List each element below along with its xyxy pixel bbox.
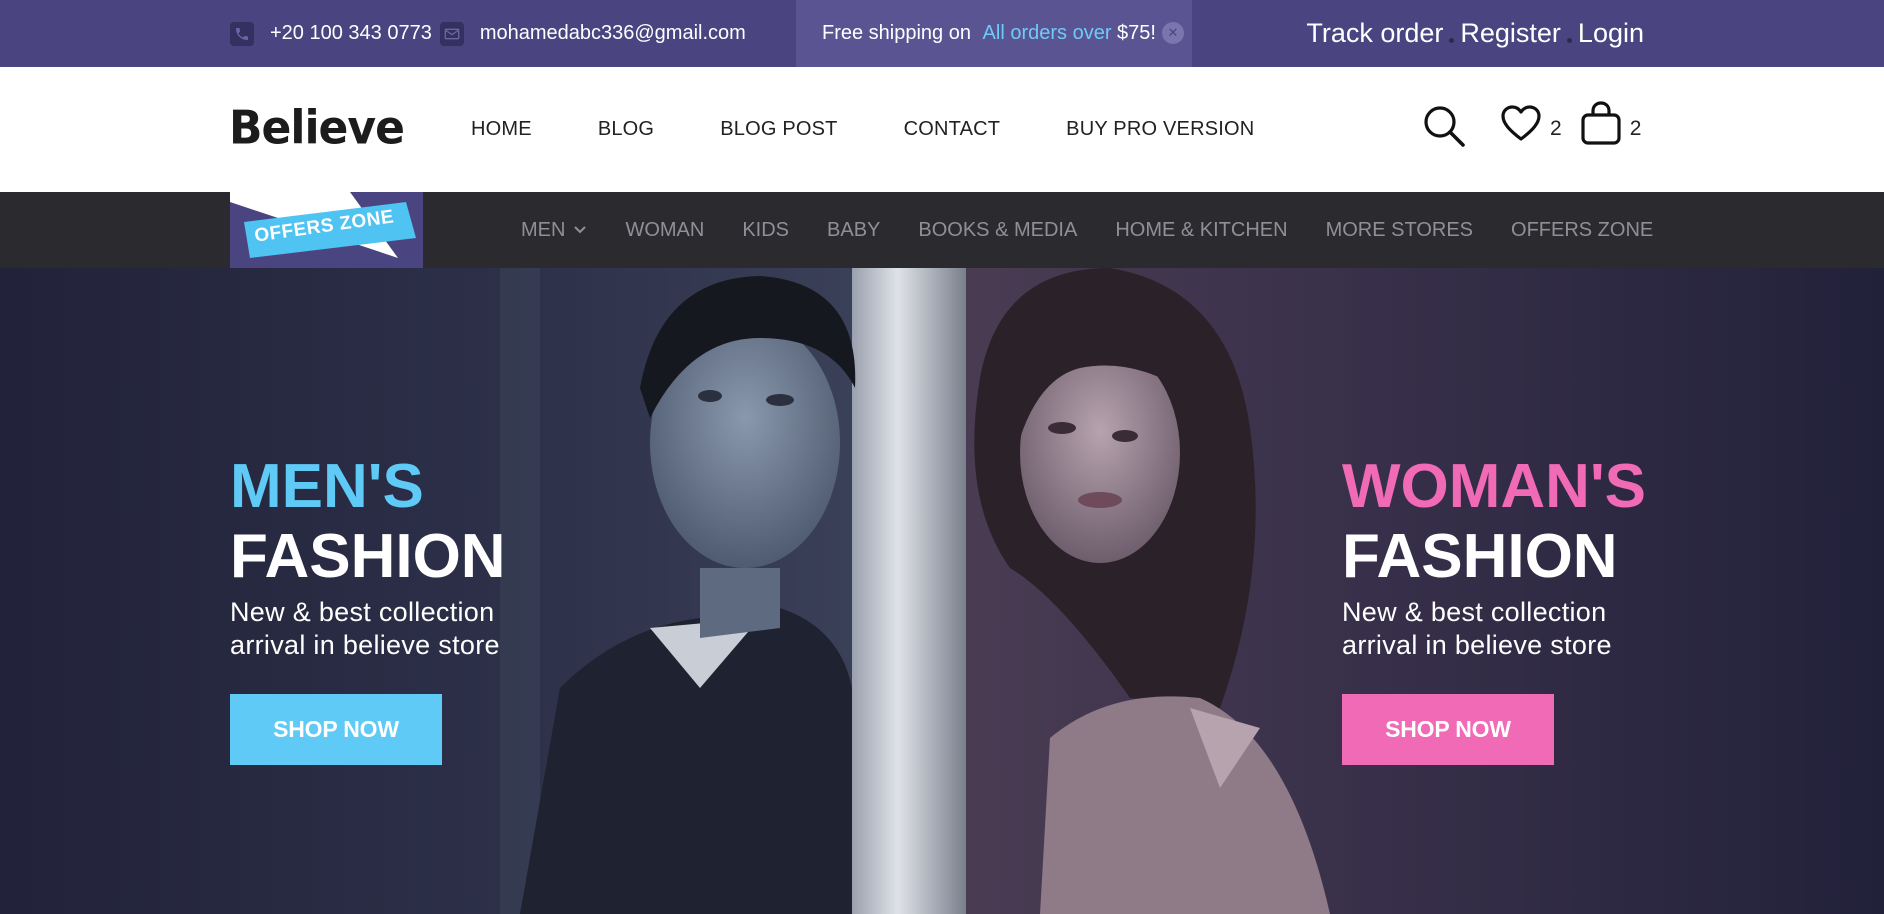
cat-offers-zone[interactable]: OFFERS ZONE	[1511, 219, 1653, 242]
cat-woman[interactable]: WOMAN	[625, 219, 704, 242]
site-logo[interactable]: Believe	[229, 102, 405, 156]
wishlist-button[interactable]: 2	[1500, 104, 1562, 147]
men-heading-accent: MEN'S	[230, 452, 424, 521]
account-links: Track order Register Login	[1306, 0, 1644, 67]
nav-home[interactable]: HOME	[471, 118, 532, 141]
register-link[interactable]: Register	[1460, 18, 1561, 49]
men-subtext-line1: New & best collection	[230, 597, 495, 627]
cart-button[interactable]: 2	[1580, 100, 1642, 151]
close-icon[interactable]: ✕	[1162, 22, 1184, 44]
separator-dot	[1566, 38, 1572, 43]
nav-buy-pro[interactable]: BUY PRO VERSION	[1066, 118, 1254, 141]
chevron-down-icon	[573, 225, 587, 235]
cat-home-kitchen[interactable]: HOME & KITCHEN	[1115, 219, 1287, 242]
cat-baby[interactable]: BABY	[827, 219, 880, 242]
hero-banner: MEN'S FASHION New & best collection arri…	[0, 268, 1884, 914]
cat-men-label: MEN	[521, 218, 566, 241]
cat-kids[interactable]: KIDS	[742, 219, 789, 242]
men-shop-now-button[interactable]: SHOP NOW	[230, 694, 442, 765]
promo-prefix: Free shipping on	[822, 22, 977, 44]
top-bar: +20 100 343 0773 mohamedabc336@gmail.com…	[0, 0, 1884, 67]
women-fashion-promo: WOMAN'S FASHION New & best collection ar…	[1342, 452, 1646, 765]
shipping-promo: Free shipping on All orders over $75! ✕	[796, 0, 1192, 67]
search-icon[interactable]	[1422, 104, 1466, 148]
women-shop-now-button[interactable]: SHOP NOW	[1342, 694, 1554, 765]
women-subtext-line1: New & best collection	[1342, 597, 1607, 627]
cat-books-media[interactable]: BOOKS & MEDIA	[918, 219, 1077, 242]
category-nav: MEN WOMAN KIDS BABY BOOKS & MEDIA HOME &…	[521, 192, 1691, 268]
main-nav: HOME BLOG BLOG POST CONTACT BUY PRO VERS…	[471, 67, 1320, 192]
men-fashion-promo: MEN'S FASHION New & best collection arri…	[230, 452, 506, 765]
email-item[interactable]: mohamedabc336@gmail.com	[436, 21, 746, 46]
men-heading: FASHION	[230, 522, 506, 591]
men-subtext-line2: arrival in believe store	[230, 630, 500, 660]
cart-count: 2	[1629, 116, 1642, 140]
nav-contact[interactable]: CONTACT	[904, 118, 1001, 141]
phone-item[interactable]: +20 100 343 0773	[230, 21, 432, 46]
cat-more-stores[interactable]: MORE STORES	[1326, 219, 1473, 242]
contact-info: +20 100 343 0773 mohamedabc336@gmail.com	[230, 0, 750, 67]
email-address: mohamedabc336@gmail.com	[479, 22, 746, 44]
login-link[interactable]: Login	[1578, 18, 1644, 49]
nav-blog[interactable]: BLOG	[598, 118, 654, 141]
header-actions: 2 2	[1422, 100, 1641, 151]
wishlist-count: 2	[1550, 116, 1562, 140]
track-order-link[interactable]: Track order	[1306, 18, 1443, 49]
heart-icon	[1500, 104, 1542, 147]
promo-suffix: $75!	[1111, 22, 1156, 44]
offers-zone-badge[interactable]: OFFERS ZONE	[230, 192, 423, 268]
main-header: Believe HOME BLOG BLOG POST CONTACT BUY …	[0, 67, 1884, 192]
women-heading-accent: WOMAN'S	[1342, 452, 1647, 521]
separator-dot	[1449, 38, 1455, 43]
cat-men[interactable]: MEN	[521, 219, 587, 242]
promo-highlight: All orders over	[982, 22, 1112, 44]
bag-icon	[1580, 100, 1622, 151]
nav-blog-post[interactable]: BLOG POST	[720, 118, 837, 141]
phone-icon	[230, 21, 254, 46]
women-heading: FASHION	[1342, 522, 1618, 591]
mail-icon	[439, 21, 464, 46]
women-subtext-line2: arrival in believe store	[1342, 630, 1612, 660]
category-bar: OFFERS ZONE MEN WOMAN KIDS BABY BOOKS & …	[0, 192, 1884, 268]
phone-number: +20 100 343 0773	[270, 22, 432, 44]
